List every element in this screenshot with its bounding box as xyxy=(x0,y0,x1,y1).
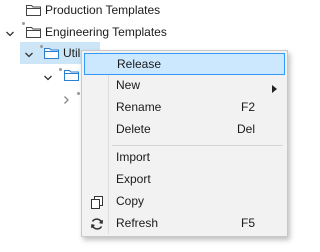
menu-item-label: Export xyxy=(116,172,151,186)
menu-item-label: Rename xyxy=(116,100,162,114)
menu-item-refresh[interactable]: Refresh F5 xyxy=(84,213,285,235)
menu-item-copy[interactable]: Copy xyxy=(84,191,285,213)
menu-item-rename[interactable]: Rename F2 xyxy=(84,97,285,119)
menu-item-label: Copy xyxy=(116,194,145,208)
menu-item-release[interactable]: Release xyxy=(84,53,285,75)
copy-icon xyxy=(90,195,104,209)
menu-item-label: Delete xyxy=(116,122,151,136)
menu-item-label: Refresh xyxy=(116,216,159,230)
menu-item-delete[interactable]: Delete Del xyxy=(84,119,285,141)
tree-node-util[interactable]: Util xyxy=(44,43,80,63)
status-dot xyxy=(22,22,25,25)
menu-item-shortcut: F5 xyxy=(240,216,255,230)
tree-node-label: Production Templates xyxy=(45,3,161,17)
refresh-icon xyxy=(90,217,104,231)
menu-item-label: New xyxy=(116,78,141,92)
chevron-down-icon[interactable] xyxy=(5,28,15,38)
folder-icon xyxy=(64,69,79,81)
status-dot xyxy=(40,45,43,48)
menu-item-new[interactable]: New xyxy=(84,75,285,97)
menu-item-export[interactable]: Export xyxy=(84,169,285,191)
tree-node-engineering-templates[interactable]: Engineering Templates xyxy=(26,22,167,42)
menu-item-shortcut: F2 xyxy=(240,100,255,114)
folder-icon xyxy=(26,4,41,16)
status-dot xyxy=(59,68,62,71)
menu-item-import[interactable]: Import xyxy=(84,147,285,169)
folder-icon xyxy=(44,47,59,59)
menu-item-label: Import xyxy=(116,150,151,164)
chevron-down-icon[interactable] xyxy=(43,72,53,82)
submenu-arrow-icon xyxy=(272,82,277,96)
context-menu: Release New Rename F2 Delete Del Import … xyxy=(81,50,288,237)
status-dot xyxy=(77,92,80,95)
menu-separator xyxy=(112,145,283,146)
chevron-right-icon[interactable] xyxy=(61,94,71,104)
menu-item-label: Release xyxy=(117,57,162,71)
tree-node-production-templates[interactable]: Production Templates xyxy=(26,0,160,20)
tree-node-label: Engineering Templates xyxy=(45,25,167,39)
menu-item-shortcut: Del xyxy=(236,122,255,136)
folder-icon xyxy=(26,26,41,38)
tree-node-label: Util xyxy=(63,46,81,60)
chevron-down-icon[interactable] xyxy=(24,49,34,59)
